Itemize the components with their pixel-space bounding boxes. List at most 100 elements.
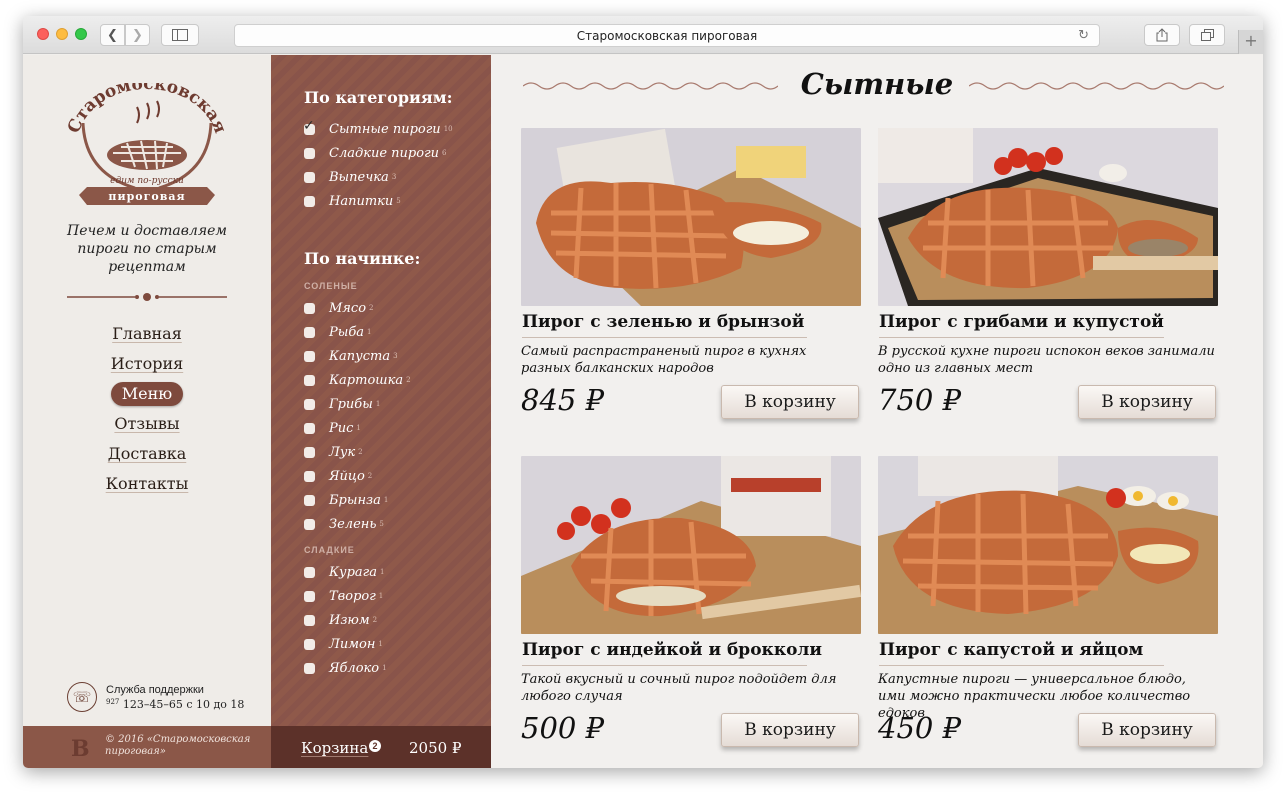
filter-checkbox[interactable] [304, 590, 315, 602]
filter-checkbox[interactable] [304, 566, 315, 578]
nav-item-menu[interactable]: Меню [110, 382, 184, 406]
filter-checkbox[interactable] [304, 494, 315, 506]
cart-count-badge: 2 [369, 740, 381, 752]
close-window-button[interactable] [37, 28, 49, 40]
product-image[interactable] [878, 128, 1218, 306]
category-filter-item[interactable]: Сладкие пироги 6 [304, 143, 446, 163]
sweet-filling-filter-item[interactable]: Творог 1 [304, 586, 383, 606]
sweet-filling-filter-item[interactable]: Курага 1 [304, 562, 384, 582]
filter-label[interactable]: Лимон [329, 637, 375, 652]
nav-item-delivery[interactable]: Доставка [108, 439, 187, 469]
address-bar[interactable]: Старомосковская пироговая ↻ [234, 24, 1100, 47]
add-to-cart-button[interactable]: В корзину [1078, 385, 1216, 419]
salty-filling-filter-item[interactable]: Лук 2 [304, 442, 363, 462]
filter-checkbox[interactable] [304, 470, 315, 482]
support-phone[interactable]: 927 123–45–65 с 10 до 18 [106, 698, 244, 711]
share-button[interactable] [1144, 24, 1180, 46]
salty-filling-filter-item[interactable]: Мясо 2 [304, 298, 374, 318]
filter-checkbox[interactable] [304, 614, 315, 626]
filter-label[interactable]: Напитки [329, 194, 393, 209]
add-to-cart-button[interactable]: В корзину [721, 385, 859, 419]
nav-item-contacts[interactable]: Контакты [106, 469, 189, 499]
product-image[interactable] [521, 128, 861, 306]
filter-checkbox[interactable] [304, 518, 315, 530]
add-to-cart-button[interactable]: В корзину [721, 713, 859, 747]
filter-checkbox[interactable] [304, 326, 315, 338]
filter-checkbox[interactable] [304, 350, 315, 362]
filter-label[interactable]: Грибы [329, 397, 373, 412]
filter-label[interactable]: Зелень [329, 517, 376, 532]
salty-filling-filter-item[interactable]: Брынза 1 [304, 490, 388, 510]
filter-checkbox[interactable] [304, 422, 315, 434]
category-filter-item[interactable]: Напитки 5 [304, 191, 401, 211]
filter-label[interactable]: Творог [329, 589, 376, 604]
filter-checkbox[interactable]: ✓ [303, 118, 315, 135]
filter-label[interactable]: Рыба [329, 325, 364, 340]
add-to-cart-button[interactable]: В корзину [1078, 713, 1216, 747]
product-title[interactable]: Пирог с индейкой и брокколи [522, 640, 822, 660]
salty-filling-filter-item[interactable]: Яйцо 2 [304, 466, 372, 486]
minimize-window-button[interactable] [56, 28, 68, 40]
cart-link[interactable]: Корзина [301, 739, 368, 757]
nav-item-home[interactable]: Главная [112, 319, 182, 349]
filter-label[interactable]: Рис [329, 421, 353, 436]
salty-filling-filter-item[interactable]: Капуста 3 [304, 346, 398, 366]
filter-checkbox[interactable] [304, 195, 315, 207]
sweet-filling-filter-item[interactable]: Лимон 1 [304, 634, 383, 654]
sidebar-toggle-button[interactable] [161, 24, 199, 46]
forward-button[interactable]: ❯ [125, 24, 150, 46]
nav-item-history[interactable]: История [111, 349, 183, 379]
filter-count: 10 [443, 125, 453, 133]
nav-item-reviews[interactable]: Отзывы [114, 409, 179, 439]
back-button[interactable]: ❮ [100, 24, 125, 46]
cart-bar[interactable]: Корзина 2 2050 ₽ [271, 726, 491, 768]
filter-checkbox[interactable] [304, 374, 315, 386]
filter-checkbox[interactable] [304, 446, 315, 458]
product-card: Пирог с индейкой и брокколи Такой вкусны… [521, 456, 861, 756]
filter-label[interactable]: Выпечка [329, 170, 389, 185]
salty-filling-filter-item[interactable]: Грибы 1 [304, 394, 380, 414]
sweet-filling-filter-item[interactable]: Яблоко 1 [304, 658, 387, 678]
filter-checkbox[interactable] [304, 302, 315, 314]
filter-label[interactable]: Сытные пироги [329, 122, 441, 137]
salty-filling-filter-item[interactable]: Зелень 5 [304, 514, 384, 534]
product-image[interactable] [878, 456, 1218, 634]
filter-label[interactable]: Яблоко [329, 661, 379, 676]
filter-label[interactable]: Картошка [329, 373, 403, 388]
category-filter-item[interactable]: Выпечка 3 [304, 167, 396, 187]
filter-checkbox[interactable] [304, 171, 315, 183]
product-title[interactable]: Пирог с капустой и яйцом [879, 640, 1143, 660]
filter-checkbox[interactable] [304, 662, 315, 674]
salty-filling-filter-item[interactable]: Рис 1 [304, 418, 361, 438]
salty-filling-filter-item[interactable]: Картошка 2 [304, 370, 411, 390]
filter-label[interactable]: Капуста [329, 349, 390, 364]
product-title[interactable]: Пирог с грибами и купустой [879, 312, 1164, 332]
new-tab-button[interactable]: + [1238, 30, 1263, 54]
brand-logo[interactable]: Старомосковская едим по-русски пироговая [65, 83, 229, 215]
studio-logo-icon[interactable]: B [71, 736, 91, 762]
categories-heading: По категориям: [304, 88, 453, 107]
product-price: 500 ₽ [521, 711, 605, 745]
zoom-window-button[interactable] [75, 28, 87, 40]
category-filter-item[interactable]: ✓ Сытные пироги 10 [303, 118, 453, 139]
filter-count: 1 [356, 424, 361, 432]
filter-label[interactable]: Лук [329, 445, 355, 460]
salty-filling-filter-item[interactable]: Рыба 1 [304, 322, 372, 342]
reload-icon[interactable]: ↻ [1078, 28, 1089, 43]
filter-label[interactable]: Сладкие пироги [329, 146, 439, 161]
filter-checkbox[interactable] [304, 147, 315, 159]
product-description: Такой вкусный и сочный пирог подойдет дл… [521, 672, 837, 704]
tabs-overview-button[interactable] [1189, 24, 1225, 46]
filter-label[interactable]: Изюм [329, 613, 370, 628]
sweet-filling-filter-item[interactable]: Изюм 2 [304, 610, 377, 630]
filter-label[interactable]: Курага [329, 565, 377, 580]
filter-label[interactable]: Яйцо [329, 469, 365, 484]
product-image[interactable] [521, 456, 861, 634]
filter-label[interactable]: Брынза [329, 493, 381, 508]
phone-icon[interactable]: ☏ [67, 682, 97, 712]
filter-checkbox[interactable] [304, 398, 315, 410]
filter-label[interactable]: Мясо [329, 301, 366, 316]
product-title[interactable]: Пирог с зеленью и брынзой [522, 312, 804, 332]
filter-checkbox[interactable] [304, 638, 315, 650]
filter-count: 5 [396, 197, 401, 205]
